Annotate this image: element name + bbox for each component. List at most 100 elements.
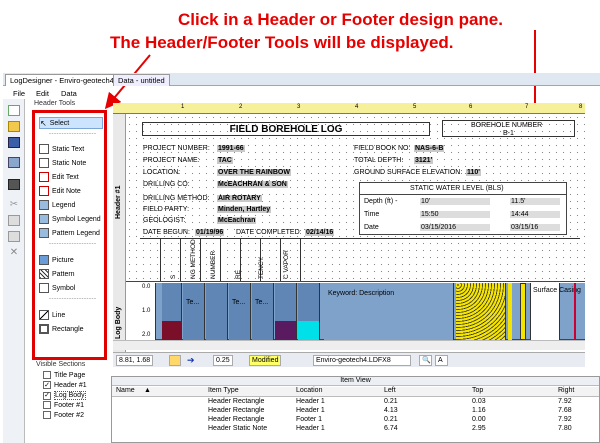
log-column[interactable] [206,283,228,340]
col-header-type[interactable]: Item Type [208,387,239,394]
table-row[interactable]: Header Rectangle Header 1 0.21 0.03 7.92 [112,398,599,407]
description-column[interactable]: Keyword: Description [324,283,454,340]
ruler-tick: 4 [355,104,359,110]
symbol-legend-icon [39,214,49,224]
arrow-right-icon[interactable]: ➔ [185,355,197,366]
zoom-input[interactable]: 0.25 [213,355,233,366]
log-column[interactable] [298,283,320,340]
tool-edit-text[interactable]: Edit Text [39,171,79,183]
swl-date-2[interactable]: 03/15/16 [510,224,560,231]
column-header: NUMBER [210,250,217,279]
log-column[interactable]: Te... [229,283,251,340]
status-bar: 8.81, 1.68 ➔ 0.25 Modified Enviro-geotec… [113,352,585,367]
tab-data[interactable]: Data - untitled [113,74,170,86]
menu-data[interactable]: Data [61,89,77,98]
date-completed-value[interactable]: 02/14/16 [305,229,335,236]
tool-pattern[interactable]: Pattern [39,268,75,280]
col-header-location[interactable]: Location [296,387,322,394]
font-icon[interactable]: A [435,355,448,366]
horizontal-scrollbar[interactable] [113,340,585,350]
log-column[interactable]: Te... [183,283,205,340]
checkbox-unchecked-icon[interactable] [43,411,51,419]
project-number-value[interactable]: 1991-66 [217,145,245,152]
geologist-value[interactable]: McEachran [217,217,257,224]
table-row[interactable]: Header Static Note Header 1 6.74 2.95 7.… [112,425,599,434]
field-party-value[interactable]: Minden, Hartley [217,206,272,213]
checkbox-unchecked-icon[interactable] [43,371,51,379]
swl-time-2[interactable]: 14:44 [510,211,560,218]
menu-file[interactable]: File [13,89,25,98]
section-log-body[interactable]: ✓ Log Body [43,391,86,400]
lithology-pattern[interactable] [456,283,506,340]
copy-icon[interactable] [8,215,20,226]
section-footer-1[interactable]: Footer #1 [43,401,84,409]
drilling-method-value[interactable]: AIR ROTARY [217,195,262,202]
drilling-co-value[interactable]: McEACHRAN & SON [217,181,288,188]
grid-icon[interactable] [169,355,181,366]
tool-edit-note[interactable]: Edit Note [39,185,81,197]
horizontal-ruler: 1 2 3 4 5 6 7 8 [113,103,585,114]
tool-static-note[interactable]: Static Note [39,157,86,169]
checkbox-unchecked-icon[interactable] [43,401,51,409]
swl-time-1[interactable]: 15:50 [420,211,490,218]
vapor-bar [275,321,296,340]
log-body-pane[interactable]: 0.0 1.0 2.0 Te... Te... Te... Keyword: D… [126,283,585,340]
table-row[interactable]: Header Rectangle Footer 1 0.21 0.00 7.92 [112,416,599,425]
sample-bar [162,321,181,340]
tool-symbol[interactable]: Symbol [39,282,75,294]
swl-date-1[interactable]: 03/15/2016 [420,224,490,231]
menu-edit[interactable]: Edit [36,89,49,98]
section-title-page[interactable]: Title Page [43,371,85,379]
swl-depth-2[interactable]: 11.5' [510,198,560,205]
tool-pattern-legend[interactable]: Pattern Legend [39,227,100,239]
col-header-top[interactable]: Top [472,387,483,394]
table-row[interactable]: Header Rectangle Header 1 4.13 1.16 7.68 [112,407,599,416]
location-value[interactable]: OVER THE RAINBOW [217,169,291,176]
col-header-right[interactable]: Right [558,387,574,394]
well-column[interactable]: Surface Casing [530,283,581,340]
borehole-number-box[interactable]: BOREHOLE NUMBER B-1 [442,120,575,137]
static-water-level-box[interactable]: STATIC WATER LEVEL (BLS) Depth (ft) - 10… [359,182,567,235]
log-title[interactable]: FIELD BOREHOLE LOG [142,122,430,136]
save-icon[interactable] [8,137,20,148]
section-footer-2[interactable]: Footer #2 [43,411,84,419]
print-icon[interactable] [8,179,20,190]
tool-picture[interactable]: Picture [39,254,74,266]
tab-logdesigner[interactable]: LogDesigner - Enviro-geotech4 [5,74,119,86]
keyword-description: Keyword: Description [328,290,395,297]
delete-icon[interactable]: ✕ [8,247,20,258]
tool-rectangle[interactable]: Rectangle [39,323,84,335]
swl-depth-1[interactable]: 10' [420,198,490,205]
log-column[interactable] [275,283,297,340]
item-view-panel: Item View Name ▲ Item Type Location Left… [111,376,600,443]
tool-line[interactable]: Line [39,309,65,321]
borehole-number-label: BOREHOLE NUMBER [471,122,543,129]
tool-legend[interactable]: Legend [39,199,75,211]
log-column[interactable]: Te... [252,283,274,340]
total-depth-value[interactable]: 3121' [414,157,434,164]
column-header: TENCY [258,256,265,279]
field-book-value[interactable]: NAS-6-B [414,145,445,152]
log-column-headers[interactable]: S NG METHOD NUMBER RE TENCY C VAPOR [140,238,580,281]
open-folder-icon[interactable] [8,121,20,132]
checkbox-checked-icon[interactable]: ✓ [43,381,51,389]
tools-separator: ------------------- [49,296,97,302]
tool-static-text[interactable]: Static Text [39,143,84,155]
date-begun-value[interactable]: 01/19/96 [195,229,225,236]
tool-symbol-legend[interactable]: Symbol Legend [39,213,101,225]
ground-elevation-value[interactable]: 110' [466,169,481,176]
header-section-label: Header #1 [115,185,122,219]
preview-icon[interactable] [8,157,20,168]
item-view-header: Name ▲ Item Type Location Left Top Right [112,387,599,397]
col-header-left[interactable]: Left [384,387,396,394]
project-name-value[interactable]: TAC [217,157,233,164]
paste-icon[interactable] [8,231,20,242]
new-file-icon[interactable] [8,105,20,116]
col-header-name[interactable]: Name [116,387,135,394]
log-column[interactable] [162,283,182,340]
tool-select[interactable]: ↖ Select [39,117,103,129]
section-header-1[interactable]: ✓ Header #1 [43,381,87,389]
cut-icon[interactable]: ✂ [8,199,20,210]
checkbox-checked-icon[interactable]: ✓ [43,391,51,400]
zoom-icon[interactable]: 🔍 [419,355,432,366]
